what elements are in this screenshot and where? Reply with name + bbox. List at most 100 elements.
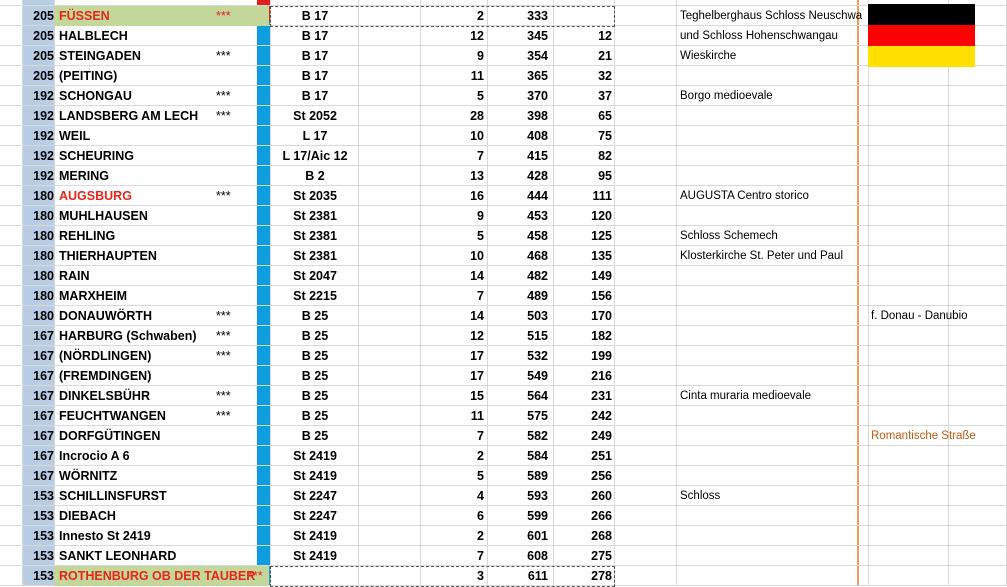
- road-cell[interactable]: St 2247: [272, 486, 358, 506]
- rating-cell[interactable]: [216, 26, 256, 46]
- town-name-cell[interactable]: SANKT LEONHARD: [59, 546, 219, 566]
- cumulative-km-cell[interactable]: 333: [487, 6, 548, 26]
- cumulative-km-cell[interactable]: 582: [487, 426, 548, 446]
- table-row[interactable]: 153 SANKT LEONHARD St 2419 7 608 275: [0, 546, 1007, 566]
- rating-cell[interactable]: [216, 426, 256, 446]
- segment-km-cell[interactable]: 6: [420, 506, 484, 526]
- partial-km-cell[interactable]: 65: [553, 106, 612, 126]
- cumulative-km-cell[interactable]: 593: [487, 486, 548, 506]
- rating-cell[interactable]: [216, 166, 256, 186]
- rating-cell[interactable]: ***: [216, 86, 256, 106]
- table-row[interactable]: 153 DIEBACH St 2247 6 599 266: [0, 506, 1007, 526]
- town-name-cell[interactable]: MUHLHAUSEN: [59, 206, 219, 226]
- distance-cell[interactable]: 167: [22, 326, 54, 346]
- town-name-cell[interactable]: REHLING: [59, 226, 219, 246]
- town-name-cell[interactable]: SCHEURING: [59, 146, 219, 166]
- table-row[interactable]: 192 WEIL L 17 10 408 75: [0, 126, 1007, 146]
- note-cell[interactable]: Cinta muraria medioevale: [680, 386, 811, 406]
- table-row[interactable]: 167 Incrocio A 6 St 2419 2 584 251: [0, 446, 1007, 466]
- distance-cell[interactable]: 167: [22, 406, 54, 426]
- distance-cell[interactable]: 180: [22, 246, 54, 266]
- cumulative-km-cell[interactable]: 345: [487, 26, 548, 46]
- cumulative-km-cell[interactable]: 515: [487, 326, 548, 346]
- rating-cell[interactable]: [216, 66, 256, 86]
- rating-cell[interactable]: ***: [216, 406, 256, 426]
- cumulative-km-cell[interactable]: 428: [487, 166, 548, 186]
- table-row[interactable]: 167 HARBURG (Schwaben) *** B 25 12 515 182: [0, 326, 1007, 346]
- distance-cell[interactable]: 205: [22, 46, 54, 66]
- town-name-cell[interactable]: DIEBACH: [59, 506, 219, 526]
- cumulative-km-cell[interactable]: 458: [487, 226, 548, 246]
- distance-cell[interactable]: 180: [22, 266, 54, 286]
- cumulative-km-cell[interactable]: 444: [487, 186, 548, 206]
- segment-km-cell[interactable]: 7: [420, 286, 484, 306]
- distance-cell[interactable]: 167: [22, 366, 54, 386]
- rating-cell[interactable]: [216, 126, 256, 146]
- cumulative-km-cell[interactable]: 408: [487, 126, 548, 146]
- segment-km-cell[interactable]: 2: [420, 526, 484, 546]
- table-row[interactable]: 205 HALBLECH B 17 12 345 12 und Schloss Hohens…: [0, 26, 1007, 46]
- segment-km-cell[interactable]: 2: [420, 6, 484, 26]
- rating-cell[interactable]: [216, 486, 256, 506]
- segment-km-cell[interactable]: 13: [420, 166, 484, 186]
- distance-cell[interactable]: 153: [22, 566, 54, 586]
- table-row[interactable]: 180 MUHLHAUSEN St 2381 9 453 120: [0, 206, 1007, 226]
- distance-cell[interactable]: 192: [22, 106, 54, 126]
- note-cell[interactable]: Wieskirche: [680, 46, 736, 66]
- side-note-cell[interactable]: f. Donau - Danubio: [871, 306, 968, 326]
- rating-cell[interactable]: [216, 546, 256, 566]
- table-row[interactable]: 205 (PEITING) B 17 11 365 32: [0, 66, 1007, 86]
- partial-km-cell[interactable]: 256: [553, 466, 612, 486]
- town-name-cell[interactable]: HALBLECH: [59, 26, 219, 46]
- partial-km-cell[interactable]: 12: [553, 26, 612, 46]
- town-name-cell[interactable]: Incrocio A 6: [59, 446, 219, 466]
- rating-cell[interactable]: ***: [216, 346, 256, 366]
- rating-cell[interactable]: ***: [216, 6, 256, 26]
- road-cell[interactable]: B 17: [272, 66, 358, 86]
- distance-cell[interactable]: 167: [22, 386, 54, 406]
- cumulative-km-cell[interactable]: 584: [487, 446, 548, 466]
- road-cell[interactable]: L 17: [272, 126, 358, 146]
- table-row[interactable]: 167 DORFGÜTINGEN B 25 7 582 249 Romantische St…: [0, 426, 1007, 446]
- distance-cell[interactable]: 153: [22, 506, 54, 526]
- road-cell[interactable]: B 25: [272, 406, 358, 426]
- segment-km-cell[interactable]: 9: [420, 206, 484, 226]
- cumulative-km-cell[interactable]: 601: [487, 526, 548, 546]
- rating-cell[interactable]: [216, 526, 256, 546]
- distance-cell[interactable]: 205: [22, 26, 54, 46]
- road-cell[interactable]: St 2419: [272, 446, 358, 466]
- table-row[interactable]: 180 DONAUWÖRTH *** B 25 14 503 170 f. Donau - D…: [0, 306, 1007, 326]
- segment-km-cell[interactable]: 5: [420, 86, 484, 106]
- road-cell[interactable]: St 2052: [272, 106, 358, 126]
- rating-cell[interactable]: [216, 506, 256, 526]
- road-cell[interactable]: B 2: [272, 166, 358, 186]
- distance-cell[interactable]: 167: [22, 446, 54, 466]
- rating-cell[interactable]: ***: [216, 306, 256, 326]
- segment-km-cell[interactable]: 14: [420, 306, 484, 326]
- distance-cell[interactable]: 153: [22, 526, 54, 546]
- segment-km-cell[interactable]: 3: [420, 566, 484, 586]
- note-cell[interactable]: Schloss Schemech: [680, 226, 778, 246]
- road-cell[interactable]: B 25: [272, 306, 358, 326]
- rating-cell[interactable]: [216, 146, 256, 166]
- town-name-cell[interactable]: (PEITING): [59, 66, 219, 86]
- distance-cell[interactable]: 167: [22, 426, 54, 446]
- segment-km-cell[interactable]: 11: [420, 406, 484, 426]
- road-cell[interactable]: St 2419: [272, 546, 358, 566]
- segment-km-cell[interactable]: 17: [420, 366, 484, 386]
- cumulative-km-cell[interactable]: 398: [487, 106, 548, 126]
- cumulative-km-cell[interactable]: 599: [487, 506, 548, 526]
- town-name-cell[interactable]: Innesto St 2419: [59, 526, 219, 546]
- cumulative-km-cell[interactable]: 482: [487, 266, 548, 286]
- town-name-cell[interactable]: SCHILLINSFURST: [59, 486, 219, 506]
- town-name-cell[interactable]: SCHONGAU: [59, 86, 219, 106]
- table-row[interactable]: 192 LANDSBERG AM LECH *** St 2052 28 398 65: [0, 106, 1007, 126]
- table-row[interactable]: 180 RAIN St 2047 14 482 149: [0, 266, 1007, 286]
- table-row[interactable]: 180 MARXHEIM St 2215 7 489 156: [0, 286, 1007, 306]
- road-cell[interactable]: B 17: [272, 46, 358, 66]
- segment-km-cell[interactable]: 5: [420, 226, 484, 246]
- road-cell[interactable]: St 2047: [272, 266, 358, 286]
- town-name-cell[interactable]: FEUCHTWANGEN: [59, 406, 219, 426]
- rating-cell[interactable]: ***: [216, 46, 256, 66]
- partial-km-cell[interactable]: 199: [553, 346, 612, 366]
